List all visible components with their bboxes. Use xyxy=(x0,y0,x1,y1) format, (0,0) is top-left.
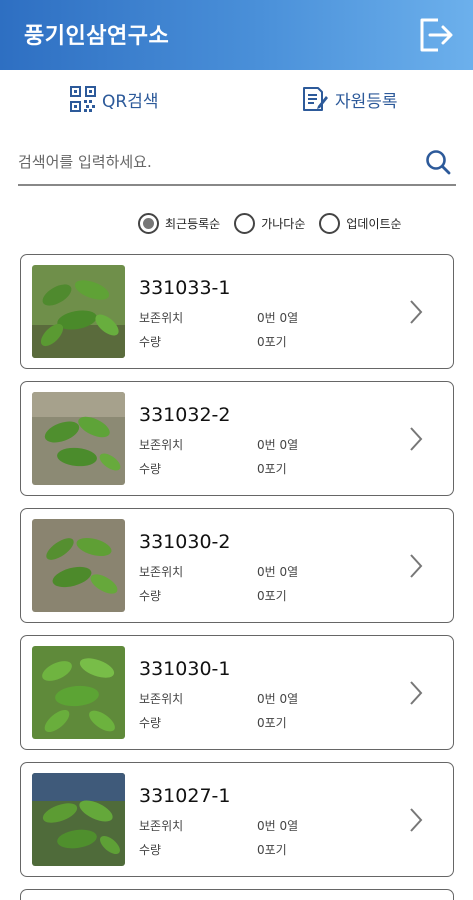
resource-list: 331033-1 보존위치 0번 0열 수량 0포기 331032-2 보존위치… xyxy=(20,254,454,900)
resource-id: 331033-1 xyxy=(139,277,231,299)
plant-thumbnail xyxy=(32,392,125,485)
tab-bar: QR검색 자원등록 xyxy=(0,76,473,122)
sort-alphabetical-label: 가나다순 xyxy=(261,216,306,231)
sort-updated-radio[interactable]: 업데이트순 xyxy=(319,212,402,234)
location-label: 보존위치 xyxy=(139,438,184,452)
resource-id: 331032-2 xyxy=(139,404,231,426)
radio-unselected-icon xyxy=(319,212,341,234)
chevron-right-icon xyxy=(410,554,423,578)
quantity-value: 0포기 xyxy=(257,843,287,857)
location-value: 0번 0열 xyxy=(257,565,299,579)
location-label: 보존위치 xyxy=(139,692,184,706)
resource-card[interactable]: 331033-1 보존위치 0번 0열 수량 0포기 xyxy=(20,254,454,369)
tab-resource-register[interactable]: 자원등록 xyxy=(301,84,398,114)
chevron-right-icon xyxy=(410,681,423,705)
quantity-label: 수량 xyxy=(139,335,162,349)
location-value: 0번 0열 xyxy=(257,438,299,452)
location-label: 보존위치 xyxy=(139,311,184,325)
tab-qr-search-label: QR검색 xyxy=(102,91,159,112)
quantity-label: 수량 xyxy=(139,843,162,857)
search-bar xyxy=(18,138,456,186)
quantity-value: 0포기 xyxy=(257,335,287,349)
edit-document-icon xyxy=(303,87,328,111)
plant-thumbnail xyxy=(32,646,125,739)
resource-id: 331030-1 xyxy=(139,658,231,680)
sort-recent-label: 최근등록순 xyxy=(165,216,221,231)
chevron-right-icon xyxy=(410,427,423,451)
search-icon[interactable] xyxy=(424,148,452,176)
radio-selected-icon xyxy=(138,212,159,234)
logout-icon[interactable] xyxy=(414,14,456,56)
sort-alphabetical-radio[interactable]: 가나다순 xyxy=(234,212,306,234)
quantity-value: 0포기 xyxy=(257,462,287,476)
sort-recent-radio[interactable]: 최근등록순 xyxy=(138,212,221,234)
location-value: 0번 0열 xyxy=(257,311,299,325)
plant-thumbnail xyxy=(32,773,125,866)
resource-card[interactable]: 331027-1 보존위치 0번 0열 수량 0포기 xyxy=(20,762,454,877)
resource-card-partial[interactable] xyxy=(20,889,454,900)
quantity-label: 수량 xyxy=(139,716,162,730)
location-label: 보존위치 xyxy=(139,819,184,833)
quantity-label: 수량 xyxy=(139,589,162,603)
resource-card[interactable]: 331030-1 보존위치 0번 0열 수량 0포기 xyxy=(20,635,454,750)
resource-card[interactable]: 331030-2 보존위치 0번 0열 수량 0포기 xyxy=(20,508,454,623)
chevron-right-icon xyxy=(410,300,423,324)
qr-code-icon xyxy=(70,86,96,112)
sort-options: 최근등록순 가나다순 업데이트순 xyxy=(138,210,402,236)
sort-updated-label: 업데이트순 xyxy=(346,216,402,231)
tab-qr-search[interactable]: QR검색 xyxy=(70,84,158,114)
chevron-right-icon xyxy=(410,808,423,832)
radio-unselected-icon xyxy=(234,212,256,234)
tab-resource-register-label: 자원등록 xyxy=(335,91,398,112)
plant-thumbnail xyxy=(32,519,125,612)
resource-id: 331027-1 xyxy=(139,785,231,807)
resource-id: 331030-2 xyxy=(139,531,231,553)
quantity-value: 0포기 xyxy=(257,589,287,603)
plant-thumbnail xyxy=(32,265,125,358)
app-header: 풍기인삼연구소 xyxy=(0,0,473,70)
location-value: 0번 0열 xyxy=(257,819,299,833)
app-title: 풍기인삼연구소 xyxy=(24,24,170,49)
resource-card[interactable]: 331032-2 보존위치 0번 0열 수량 0포기 xyxy=(20,381,454,496)
quantity-label: 수량 xyxy=(139,462,162,476)
quantity-value: 0포기 xyxy=(257,716,287,730)
search-input[interactable] xyxy=(18,146,408,178)
location-value: 0번 0열 xyxy=(257,692,299,706)
location-label: 보존위치 xyxy=(139,565,184,579)
